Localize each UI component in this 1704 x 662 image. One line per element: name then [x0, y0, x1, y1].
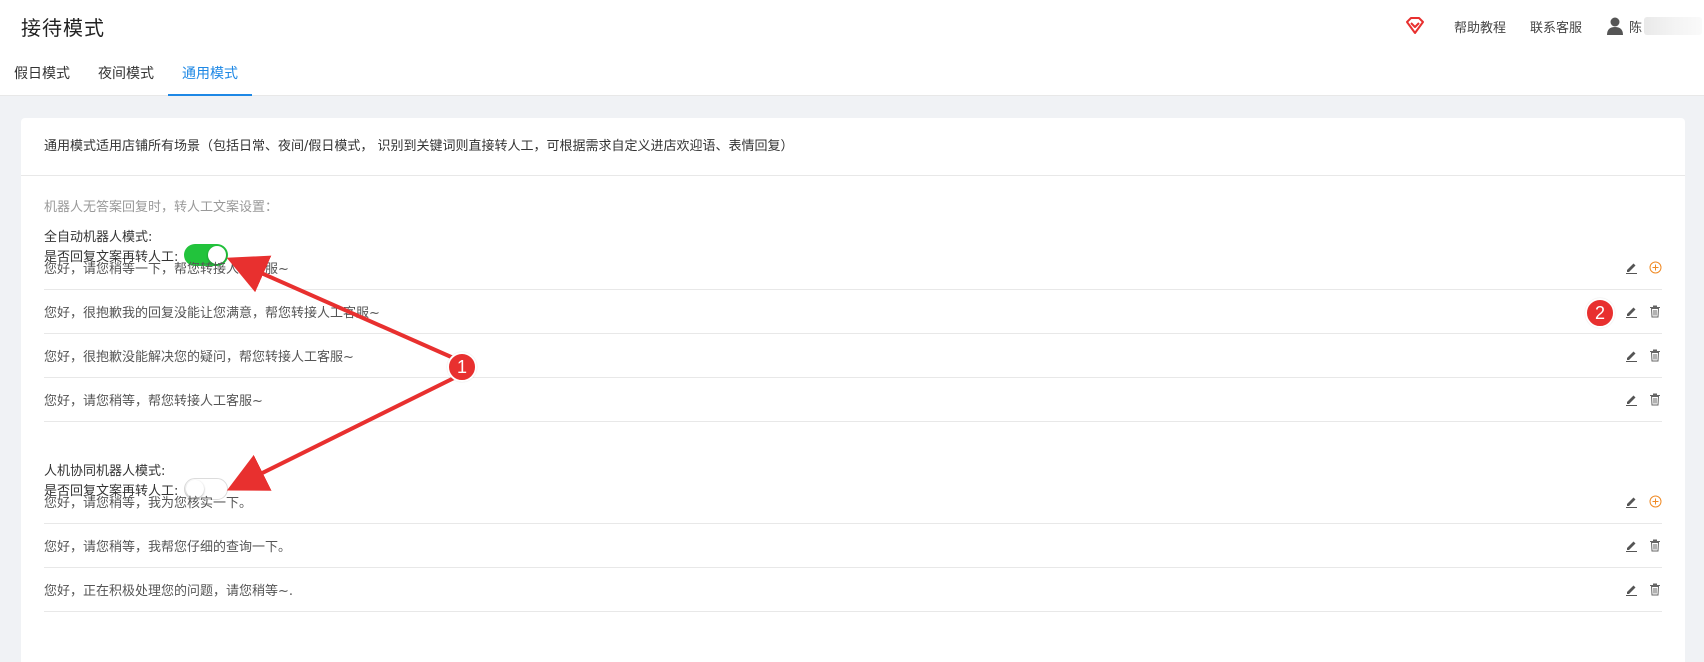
reply-text: 您好，正在积极处理您的问题，请您稍等~.	[44, 584, 294, 599]
reply-row: 您好，请您稍等，帮您转接人工客服~	[44, 378, 1662, 422]
trash-icon[interactable]	[1648, 393, 1662, 407]
mode-description: 通用模式适用店铺所有场景（包括日常、夜间/假日模式， 识别到关键词则直接转人工，…	[21, 118, 1685, 176]
header-bar: 接待模式 帮助教程 联系客服 陈 假日模式 夜间模式 通用模式	[0, 0, 1704, 96]
edit-icon[interactable]	[1624, 261, 1638, 275]
user-name-blur	[1644, 17, 1703, 35]
user-name: 陈	[1629, 20, 1643, 36]
diamond-icon[interactable]	[1404, 15, 1426, 37]
reply-text: 您好，请您稍等，帮您转接人工客服~	[44, 394, 263, 409]
trash-icon[interactable]	[1648, 305, 1662, 319]
reply-row: 您好，请您稍等，我为您核实一下。	[44, 480, 1662, 524]
trash-icon[interactable]	[1648, 349, 1662, 363]
row-actions	[1624, 583, 1662, 597]
edit-icon[interactable]	[1624, 305, 1638, 319]
page-title: 接待模式	[21, 16, 105, 40]
trash-icon[interactable]	[1648, 583, 1662, 597]
reply-row: 您好，很抱歉没能解决您的疑问，帮您转接人工客服~	[44, 334, 1662, 378]
mode-tabs: 假日模式 夜间模式 通用模式	[0, 56, 252, 96]
tab-night-mode[interactable]: 夜间模式	[84, 56, 168, 96]
row-actions	[1624, 261, 1662, 275]
tab-general-mode[interactable]: 通用模式	[168, 56, 252, 96]
annotation-badge-2: 2	[1585, 298, 1615, 328]
row-actions	[1624, 539, 1662, 553]
row-actions	[1624, 305, 1662, 319]
reply-row: 您好，请您稍等一下，帮您转接人工客服~	[44, 246, 1662, 290]
edit-icon[interactable]	[1624, 583, 1638, 597]
reply-text: 您好，请您稍等，我为您核实一下。	[44, 496, 253, 511]
edit-icon[interactable]	[1624, 495, 1638, 509]
reply-row: 您好，正在积极处理您的问题，请您稍等~.	[44, 568, 1662, 612]
help-link[interactable]: 帮助教程	[1454, 17, 1506, 36]
annotation-badge-1: 1	[447, 352, 477, 382]
edit-icon[interactable]	[1624, 393, 1638, 407]
full-auto-mode-label: 全自动机器人模式:	[44, 230, 153, 245]
top-right-nav: 帮助教程 联系客服 陈	[1404, 14, 1704, 38]
reply-row: 您好，请您稍等，我帮您仔细的查询一下。	[44, 524, 1662, 568]
reply-text: 您好，请您稍等，我帮您仔细的查询一下。	[44, 540, 292, 555]
reply-text: 您好，请您稍等一下，帮您转接人工客服~	[44, 262, 289, 277]
add-icon[interactable]	[1648, 261, 1662, 275]
edit-icon[interactable]	[1624, 349, 1638, 363]
user-menu[interactable]: 陈	[1606, 16, 1704, 36]
reply-text: 您好，很抱歉没能解决您的疑问，帮您转接人工客服~	[44, 350, 354, 365]
row-actions	[1624, 495, 1662, 509]
section-hint: 机器人无答案回复时，转人工文案设置：	[44, 200, 279, 215]
collab-mode-label: 人机协同机器人模式:	[44, 464, 166, 479]
reply-text: 您好，很抱歉我的回复没能让您满意，帮您转接人工客服~	[44, 306, 380, 321]
trash-icon[interactable]	[1648, 539, 1662, 553]
edit-icon[interactable]	[1624, 539, 1638, 553]
tab-holiday-mode[interactable]: 假日模式	[0, 56, 84, 96]
user-icon	[1606, 16, 1624, 36]
row-actions	[1624, 349, 1662, 363]
add-icon[interactable]	[1648, 495, 1662, 509]
row-actions	[1624, 393, 1662, 407]
contact-link[interactable]: 联系客服	[1530, 17, 1582, 36]
settings-card: 通用模式适用店铺所有场景（包括日常、夜间/假日模式， 识别到关键词则直接转人工，…	[21, 118, 1685, 662]
reply-row: 您好，很抱歉我的回复没能让您满意，帮您转接人工客服~	[44, 290, 1662, 334]
